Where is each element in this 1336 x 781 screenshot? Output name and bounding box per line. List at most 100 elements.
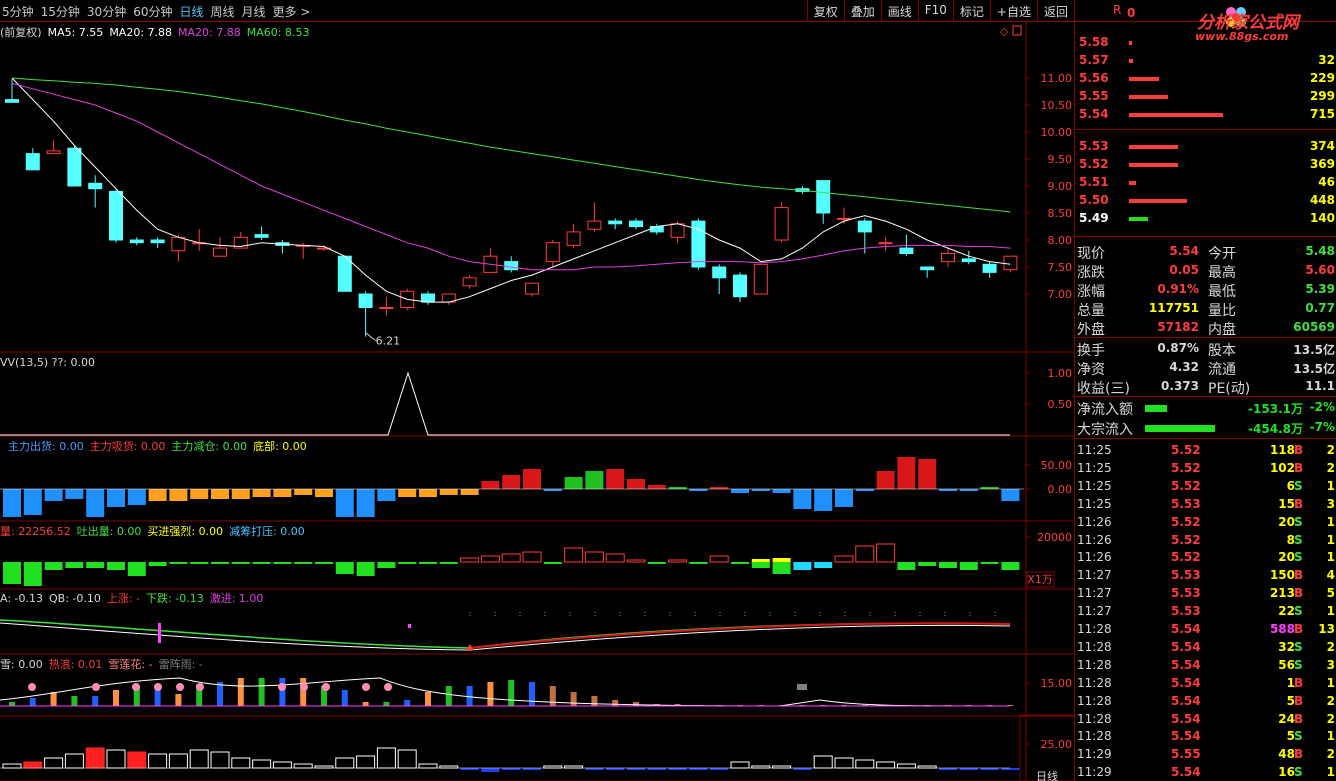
tick-side: B — [1294, 675, 1304, 690]
tick-row[interactable]: 11:27 5.53 150 B 4 — [1075, 566, 1336, 584]
candle-body-31 — [649, 226, 664, 233]
quote-row-quotes-2: 涨幅 0.91% 最低 5.39 — [1075, 280, 1336, 300]
order-row-order_book_asks-2[interactable]: 5.56 229 — [1075, 69, 1336, 87]
tick-time: 11:26 — [1077, 550, 1112, 565]
quote-value: 0.87% — [1157, 341, 1199, 355]
tick-row[interactable]: 11:28 5.54 56 S 3 — [1075, 656, 1336, 674]
order-row-order_book_asks-4[interactable]: 5.54 715 — [1075, 105, 1336, 123]
order-row-order_book_bids-4[interactable]: 5.49 140 — [1075, 209, 1336, 227]
volume-bar-30 — [626, 559, 646, 563]
period-tab-3[interactable]: 60分钟 — [133, 5, 172, 19]
tick-time: 11:28 — [1077, 729, 1112, 744]
tick-row[interactable]: 11:26 5.52 20 S 1 — [1075, 513, 1336, 531]
order-row-order_book_bids-2[interactable]: 5.51 46 — [1075, 173, 1336, 191]
tick-volume: 16 — [1278, 765, 1295, 780]
period-tab-7[interactable]: 更多 > — [273, 5, 311, 19]
tick-count: 1 — [1326, 532, 1335, 547]
mainforce-bar-44 — [918, 459, 937, 489]
tick-count: 1 — [1326, 514, 1335, 529]
quote-label: 外盘 — [1077, 322, 1105, 338]
tick-side: B — [1294, 496, 1304, 511]
tool-button-1[interactable]: 叠加 — [843, 0, 881, 22]
mainforce-bar-15 — [315, 489, 333, 497]
volume-bar-38 — [793, 562, 812, 570]
candle-body-3 — [67, 147, 82, 187]
period-tab-5[interactable]: 周线 — [211, 5, 235, 19]
volume-bar-0 — [3, 562, 21, 584]
quote-value: 60569 — [1293, 320, 1335, 334]
snow-bar-30 — [633, 702, 639, 706]
tick-row[interactable]: 11:27 5.53 22 S 1 — [1075, 602, 1336, 620]
tool-button-6[interactable]: 返回 — [1036, 0, 1074, 22]
order-price: 5.52 — [1079, 157, 1109, 171]
tick-side: S — [1294, 639, 1303, 654]
candle-body-28 — [587, 220, 602, 230]
tick-volume: 56 — [1278, 657, 1295, 672]
volume-bar-14 — [294, 562, 313, 564]
tick-row[interactable]: 11:28 5.54 24 B 2 — [1075, 710, 1336, 728]
tick-row[interactable]: 11:25 5.52 6 S 1 — [1075, 477, 1336, 495]
tick-row[interactable]: 11:28 5.54 5 S 1 — [1075, 727, 1336, 745]
p7-bar-17 — [356, 755, 376, 769]
order-price: 5.51 — [1079, 175, 1109, 189]
p7-bar-40 — [834, 757, 854, 769]
period-tab-2[interactable]: 30分钟 — [87, 5, 126, 19]
candle-body-40 — [837, 217, 851, 220]
snow-bar-20 — [425, 692, 431, 706]
candle-body-7 — [150, 239, 165, 244]
tick-row[interactable]: 11:25 5.53 15 B 3 — [1075, 495, 1336, 513]
order-row-order_book_bids-3[interactable]: 5.50 448 — [1075, 191, 1336, 209]
period-tab-4[interactable]: 日线 — [179, 5, 203, 19]
tick-count: 1 — [1326, 675, 1335, 690]
chart-area[interactable]: 11.00 10.50 10.00 9.50 9.00 8.50 8.00 7.50 7.00 1… — [0, 22, 1074, 781]
tick-row[interactable]: 11:29 5.55 48 B 2 — [1075, 745, 1336, 763]
candle-body-5 — [109, 190, 123, 241]
tick-row[interactable]: 11:27 5.53 213 B 5 — [1075, 584, 1336, 602]
candle-body-48 — [1003, 255, 1018, 271]
order-price: 5.56 — [1079, 71, 1109, 85]
tick-row[interactable]: 11:28 5.54 588 B 13 — [1075, 620, 1336, 638]
period-tab-6[interactable]: 月线 — [242, 5, 266, 19]
period-tab-0[interactable]: 5分钟 — [2, 5, 34, 19]
order-volume: 374 — [1309, 139, 1335, 153]
tick-count: 13 — [1318, 622, 1335, 636]
tool-button-0[interactable]: 复权 — [806, 0, 844, 22]
tick-row[interactable]: 11:28 5.54 5 B 2 — [1075, 692, 1336, 710]
order-volume-bar — [1129, 199, 1187, 203]
panel6-tick-label-0: 15.00 — [1041, 677, 1073, 690]
tick-price: 5.52 — [1171, 443, 1201, 457]
candle-body-0 — [5, 99, 19, 103]
quote-value: 5.60 — [1305, 263, 1335, 277]
quote-row-quotes-3: 总量 117751 量比 0.77 — [1075, 299, 1336, 319]
tick-row[interactable]: 11:25 5.52 118 B 2 — [1075, 441, 1336, 459]
quote-row-quotes-0: 现价 5.54 今开 5.48 — [1075, 242, 1336, 262]
snow-bar-13 — [279, 678, 286, 706]
tool-button-4[interactable]: 标记 — [952, 0, 990, 22]
tick-row[interactable]: 11:25 5.52 102 B 2 — [1075, 459, 1336, 477]
tick-time: 11:28 — [1077, 711, 1112, 726]
p7-bar-43 — [896, 763, 916, 769]
quote-value: 0.373 — [1161, 379, 1199, 393]
tick-row[interactable]: 11:28 5.54 1 B 1 — [1075, 674, 1336, 692]
order-row-order_book_asks-3[interactable]: 5.55 299 — [1075, 87, 1336, 105]
quote-label: 最低 — [1208, 284, 1236, 300]
tick-row[interactable]: 11:28 5.54 32 S 2 — [1075, 638, 1336, 656]
panel5-header-item-0: A: -0.13 — [0, 592, 43, 605]
tool-button-3[interactable]: F10 — [917, 0, 953, 22]
tick-row[interactable]: 11:26 5.52 20 S 1 — [1075, 548, 1336, 566]
tick-row[interactable]: 11:29 5.54 16 S 1 — [1075, 763, 1336, 781]
tick-side: S — [1294, 729, 1303, 744]
tool-button-5[interactable]: +自选 — [989, 0, 1037, 22]
order-row-order_book_bids-1[interactable]: 5.52 369 — [1075, 155, 1336, 173]
candle-body-45 — [941, 253, 955, 263]
period-toolbar: 5分钟 15分钟 30分钟 60分钟 日线 周线 月线 更多 > 复权 叠加 画线 F10 标记 +自选… — [0, 0, 1074, 22]
quote-label: 股本 — [1208, 343, 1236, 359]
order-row-order_book_asks-1[interactable]: 5.57 32 — [1075, 51, 1336, 69]
tick-row[interactable]: 11:26 5.52 8 S 1 — [1075, 531, 1336, 549]
period-tab-1[interactable]: 15分钟 — [41, 5, 80, 19]
order-row-order_book_asks-0[interactable]: 5.58 — [1075, 33, 1336, 51]
p7-bar-39 — [813, 755, 833, 769]
tool-button-2[interactable]: 画线 — [880, 0, 918, 22]
tick-volume: 118 — [1269, 443, 1295, 457]
order-row-order_book_bids-0[interactable]: 5.53 374 — [1075, 137, 1336, 155]
